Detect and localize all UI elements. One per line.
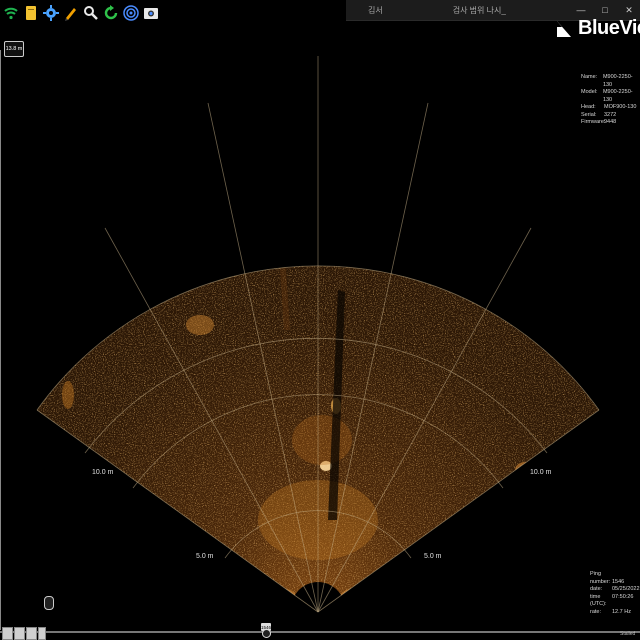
ping-value: 05/25/2022 — [612, 586, 640, 593]
info-row: Serial: 3272 — [581, 112, 640, 120]
settings-icon[interactable] — [42, 3, 60, 23]
search-icon[interactable] — [82, 3, 100, 23]
playback-timeline: 1546 — [0, 623, 640, 640]
camera-icon[interactable] — [142, 3, 160, 23]
ping-row: date: 05/25/2022 — [590, 586, 640, 594]
playback-play-button[interactable] — [26, 627, 37, 640]
playback-end-button[interactable] — [38, 627, 46, 640]
notification-title: 김서 — [368, 5, 383, 15]
ping-row: time (UTC): 07:50:26 — [590, 594, 640, 609]
status-text: Stalled — [620, 631, 636, 637]
ping-label: number: — [590, 578, 611, 585]
info-row: Firmware: 9448 — [581, 119, 640, 127]
wifi-icon[interactable] — [2, 3, 20, 23]
sonar-info-panel: Name: M900-2250-130 Model: M900-2250-130 H… — [581, 74, 640, 127]
ping-label: time (UTC): — [590, 593, 607, 608]
info-label: Name: — [581, 74, 598, 80]
info-label: Firmware: — [581, 119, 606, 125]
info-label: Head: — [581, 104, 596, 110]
info-value: M900-2250-130 — [602, 74, 633, 88]
info-value: 9448 — [604, 119, 617, 125]
target-icon[interactable] — [122, 3, 140, 23]
max-range-label[interactable]: 13.8 m — [4, 41, 24, 57]
info-row: Model: M900-2250-130 — [581, 89, 640, 104]
ping-value: 1546 — [612, 578, 625, 585]
range-slider-handle[interactable] — [44, 596, 54, 610]
ping-label: rate: — [590, 608, 602, 615]
playback-start-button[interactable] — [2, 627, 13, 640]
info-row: Head: MOF900-130 — [581, 104, 640, 112]
ping-value: 07:50:26 — [612, 593, 634, 600]
brand-name: BlueView — [578, 17, 640, 39]
range-label-right-5: 5.0 m — [424, 553, 442, 560]
info-label: Serial: — [581, 111, 597, 118]
playback-step-button[interactable] — [14, 627, 25, 640]
sonar-fan — [36, 56, 600, 613]
range-label-left-5: 5.0 m — [196, 553, 214, 560]
ping-value: 12.7 Hz — [612, 608, 631, 615]
ping-row: rate: 12.7 Hz — [590, 609, 640, 617]
refresh-icon[interactable] — [102, 3, 120, 23]
document-icon[interactable] — [22, 3, 40, 23]
info-value: M900-2250-130 — [602, 89, 633, 103]
ping-info-panel: Ping number: 1546 date: 05/25/2022 time (U… — [590, 571, 640, 617]
timeline-handle[interactable] — [262, 629, 271, 638]
range-slider-track[interactable] — [0, 50, 1, 630]
info-value: MOF900-130 — [604, 104, 637, 110]
ping-row: number: 1546 — [590, 579, 640, 587]
info-label: Model: — [581, 89, 598, 95]
brand-logo: BlueView — [553, 17, 640, 40]
range-label-right-10: 10.0 m — [530, 469, 552, 476]
info-value: 3272 — [604, 111, 617, 118]
info-row: Name: M900-2250-130 — [581, 74, 640, 89]
ping-label: date: — [590, 586, 603, 593]
timeline-track[interactable] — [0, 631, 640, 633]
ping-header: Ping — [590, 571, 602, 577]
toolbar — [0, 0, 160, 26]
range-label-left-10: 10.0 m — [92, 469, 114, 476]
blueview-logo-icon — [553, 19, 573, 39]
notification-subtitle: 검사 범위 나시_ — [452, 5, 506, 15]
pencil-icon[interactable] — [62, 3, 80, 23]
